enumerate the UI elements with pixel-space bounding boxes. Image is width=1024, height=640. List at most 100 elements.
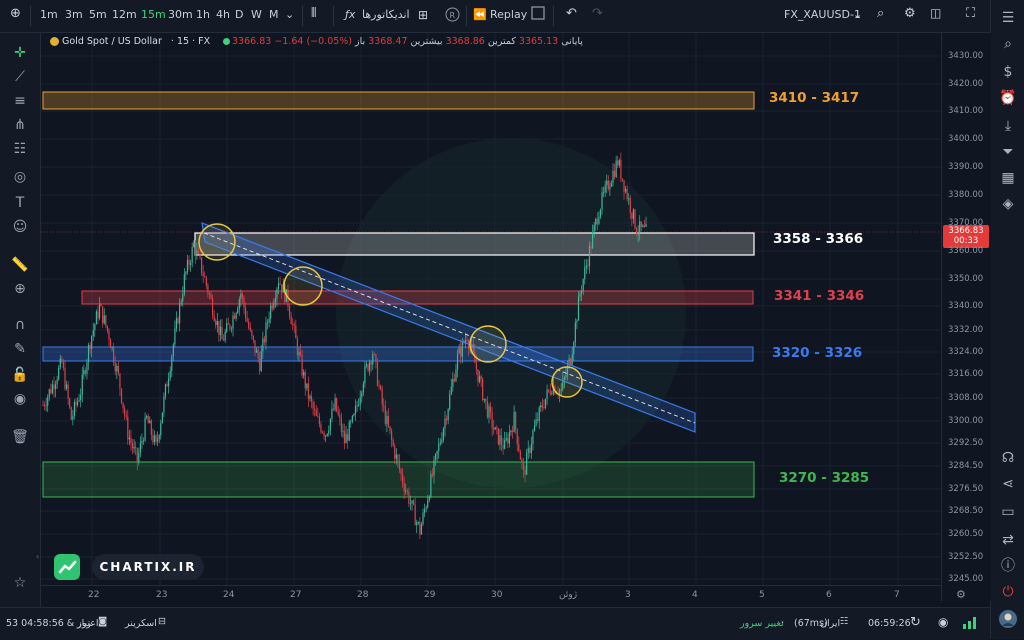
list-icon[interactable]: ☰ (998, 8, 1018, 28)
download-icon[interactable]: ⤓ (998, 116, 1018, 136)
add-icon[interactable]: ⊕ (10, 6, 21, 21)
ruler-icon[interactable]: 📏 (10, 255, 30, 275)
calendar-icon[interactable]: ▦ (998, 168, 1018, 188)
candle-body (61, 358, 63, 363)
candle-body (403, 483, 405, 492)
refresh-icon[interactable]: ↻ (910, 615, 921, 630)
timeframe-15m[interactable]: 15m (141, 8, 166, 21)
time-axis[interactable]: ⚙ 22 23 24 27 28 29 30 ژوئن 3 4 5 6 7 (41, 585, 966, 608)
zone-3270-3285[interactable] (42, 461, 755, 498)
timeframe-w[interactable]: W (251, 8, 262, 21)
candle-body (153, 435, 156, 443)
undo-icon[interactable]: ↶ (566, 6, 577, 21)
timeframe-1h[interactable]: 1h (196, 8, 210, 21)
chevron-down-icon[interactable]: ⌄ (853, 8, 862, 21)
timeframe-d[interactable]: D (235, 8, 243, 21)
timeframe-30m[interactable]: 30m (168, 8, 193, 21)
search-icon[interactable]: ⌕ (998, 34, 1018, 54)
zoom-in-icon[interactable]: ⊕ (10, 279, 30, 299)
timeframe-4h[interactable]: 4h (216, 8, 230, 21)
candle-body (72, 415, 74, 420)
candle-body (163, 396, 165, 413)
screener-icon[interactable]: ⊟ (158, 616, 166, 627)
layers-icon[interactable]: ◈ (998, 194, 1018, 214)
templates-icon[interactable]: ⊞ (418, 8, 428, 22)
candle-body (607, 180, 609, 190)
trash-icon[interactable]: 🗑 (10, 427, 30, 447)
magnet-icon[interactable]: ∩ (10, 315, 30, 335)
info-icon[interactable]: ⓘ (998, 556, 1018, 576)
square-icon[interactable] (531, 6, 545, 23)
touch-marker[interactable] (469, 325, 507, 363)
candle-body (491, 412, 493, 428)
star-icon[interactable]: ☆ (10, 573, 30, 593)
card-icon[interactable]: ▭ (998, 502, 1018, 522)
timeframe-3m[interactable]: 3m (65, 8, 83, 21)
alert-r-icon[interactable]: R (445, 7, 460, 25)
timeframe-m[interactable]: M (269, 8, 279, 21)
server-icon[interactable]: ☷ (840, 616, 849, 627)
camera-icon[interactable]: ◫ (930, 6, 941, 20)
server-change-link[interactable]: تغییر سرور (740, 618, 784, 629)
function-icon[interactable]: ƒx (345, 8, 355, 21)
headset-icon[interactable]: ☊ (998, 448, 1018, 468)
collapse-arrow-icon[interactable]: ‹ (36, 552, 39, 561)
filter-icon[interactable]: ⏷ (998, 142, 1018, 162)
power-icon[interactable]: ⏻ (998, 582, 1018, 602)
lock-icon[interactable]: 🔓 (10, 365, 30, 385)
crosshair-icon[interactable]: ✛ (10, 43, 30, 63)
screener-button[interactable]: اسکرینر (125, 618, 157, 629)
touch-marker[interactable] (551, 366, 583, 398)
axis-settings-icon[interactable]: ⚙ (956, 588, 966, 601)
avatar[interactable] (998, 610, 1018, 630)
pattern-icon[interactable]: ⋔ (10, 115, 30, 135)
candle-body (232, 315, 234, 329)
alert-clock-icon[interactable]: ⏰ (998, 88, 1018, 108)
trendline-icon[interactable]: ⟋ (10, 67, 30, 87)
zone-3320-3326[interactable] (42, 346, 754, 362)
horizontal-lines-icon[interactable]: ≡ (10, 91, 30, 111)
indicators-button[interactable]: اندیکاتورها (362, 8, 410, 21)
eye-icon[interactable]: ◉ (10, 389, 30, 409)
chart-canvas[interactable] (41, 33, 941, 585)
timeframe-12m[interactable]: 12m (112, 8, 137, 21)
target-icon[interactable]: ◎ (10, 167, 30, 187)
touch-marker[interactable] (283, 266, 323, 306)
pencil-lock-icon[interactable]: ✎ (10, 339, 30, 359)
touch-marker[interactable] (198, 223, 236, 261)
candle-body (325, 435, 327, 437)
candle-type-icon[interactable]: ⫴ (311, 6, 316, 21)
replay-icon[interactable]: ⏪ (473, 8, 487, 21)
candle-body (582, 279, 584, 292)
candle-body (350, 421, 352, 423)
candle-body (193, 243, 195, 247)
replay-button[interactable]: Replay (490, 8, 527, 21)
candle-body (460, 347, 462, 357)
legend-symbol-name[interactable]: Gold Spot / US Dollar (62, 36, 162, 47)
chevron-down-icon[interactable]: ⌄ (285, 8, 294, 21)
account-icon[interactable]: ◙ (98, 616, 107, 627)
text-icon[interactable]: T (10, 193, 30, 213)
search-zoom-icon[interactable]: ⌕ (877, 6, 884, 21)
candle-body (590, 245, 592, 249)
timeframe-5m[interactable]: 5m (89, 8, 107, 21)
exchange-icon[interactable]: ⇄ (998, 530, 1018, 550)
candle-body (83, 370, 85, 375)
zone-3410-3417[interactable] (42, 91, 755, 110)
fullscreen-icon[interactable]: ⛶ (966, 6, 975, 21)
symbol-name[interactable]: FX_XAUUSD-1 (784, 8, 861, 21)
eye-icon[interactable]: ◉ (938, 615, 948, 629)
gear-icon[interactable]: ⚙ (904, 6, 916, 21)
price-axis[interactable]: 3366.83 00:33 3430.00 3420.00 3410.00 3400.… (941, 33, 991, 601)
redo-icon[interactable]: ↷ (592, 6, 603, 21)
emoji-icon[interactable]: ☺ (10, 217, 30, 237)
fib-icon[interactable]: ☷ (10, 139, 30, 159)
share-icon[interactable]: ⋖ (998, 474, 1018, 494)
dollar-icon[interactable]: $ (998, 62, 1018, 82)
timeframe-1m[interactable]: 1m (40, 8, 58, 21)
candle-body (141, 440, 143, 443)
time-tick-label: 28 (357, 590, 369, 600)
zone-3358-3366[interactable] (194, 232, 755, 256)
chart-area[interactable]: 3410 - 3417 3358 - 3366 3341 - 3346 3320… (41, 33, 941, 585)
candle-body (606, 180, 608, 186)
